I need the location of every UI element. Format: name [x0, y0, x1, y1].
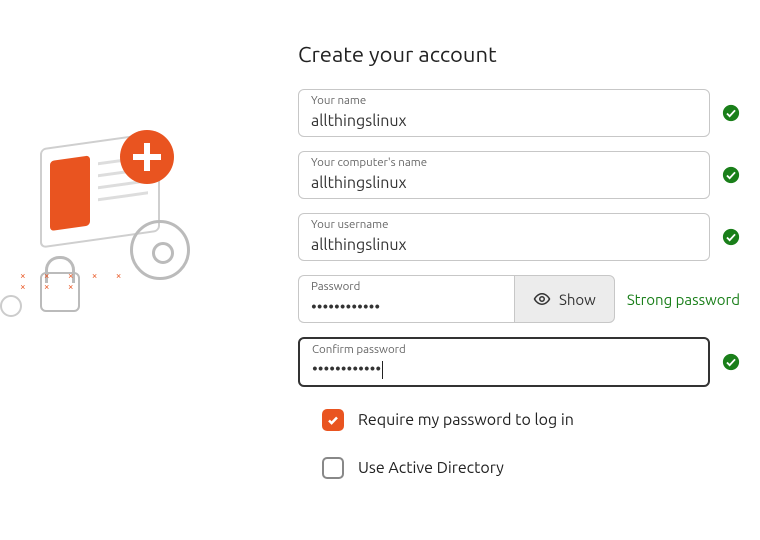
eye-icon — [533, 290, 551, 308]
check-icon — [722, 353, 740, 371]
name-field[interactable]: Your name — [298, 89, 710, 137]
text-caret — [382, 361, 383, 379]
gear-icon — [130, 220, 190, 280]
check-icon — [722, 166, 740, 184]
check-icon — [722, 104, 740, 122]
confirm-password-label: Confirm password — [312, 343, 406, 356]
computer-name-label: Your computer's name — [311, 156, 427, 169]
check-icon — [722, 228, 740, 246]
password-field[interactable]: Password •••••••••••• — [298, 275, 514, 323]
password-input[interactable]: •••••••••••• — [311, 298, 502, 316]
plus-icon — [120, 130, 174, 184]
illustration-panel: × × × × ×× × × — [0, 0, 280, 540]
username-input[interactable] — [311, 236, 697, 254]
confirm-password-input[interactable]: •••••••••••• — [312, 360, 696, 379]
require-password-label: Require my password to log in — [358, 411, 574, 429]
name-input[interactable] — [311, 112, 697, 130]
username-field[interactable]: Your username — [298, 213, 710, 261]
active-directory-option[interactable]: Use Active Directory — [322, 457, 740, 479]
require-password-checkbox[interactable] — [322, 409, 344, 431]
small-gear-icon — [0, 295, 22, 317]
active-directory-label: Use Active Directory — [358, 459, 504, 477]
computer-name-input[interactable] — [311, 174, 697, 192]
checkmark-icon — [326, 413, 340, 427]
active-directory-checkbox[interactable] — [322, 457, 344, 479]
confirm-password-field[interactable]: Confirm password •••••••••••• — [298, 337, 710, 387]
account-illustration: × × × × ×× × × — [0, 120, 220, 380]
name-label: Your name — [311, 94, 366, 107]
show-password-button[interactable]: Show — [514, 275, 615, 323]
computer-name-field[interactable]: Your computer's name — [298, 151, 710, 199]
require-password-option[interactable]: Require my password to log in — [322, 409, 740, 431]
username-label: Your username — [311, 218, 388, 231]
password-strength: Strong password — [627, 291, 740, 308]
show-password-label: Show — [559, 291, 596, 308]
form-panel: Create your account Your name Your compu… — [280, 0, 760, 540]
password-label: Password — [311, 280, 360, 293]
page-title: Create your account — [298, 42, 740, 67]
